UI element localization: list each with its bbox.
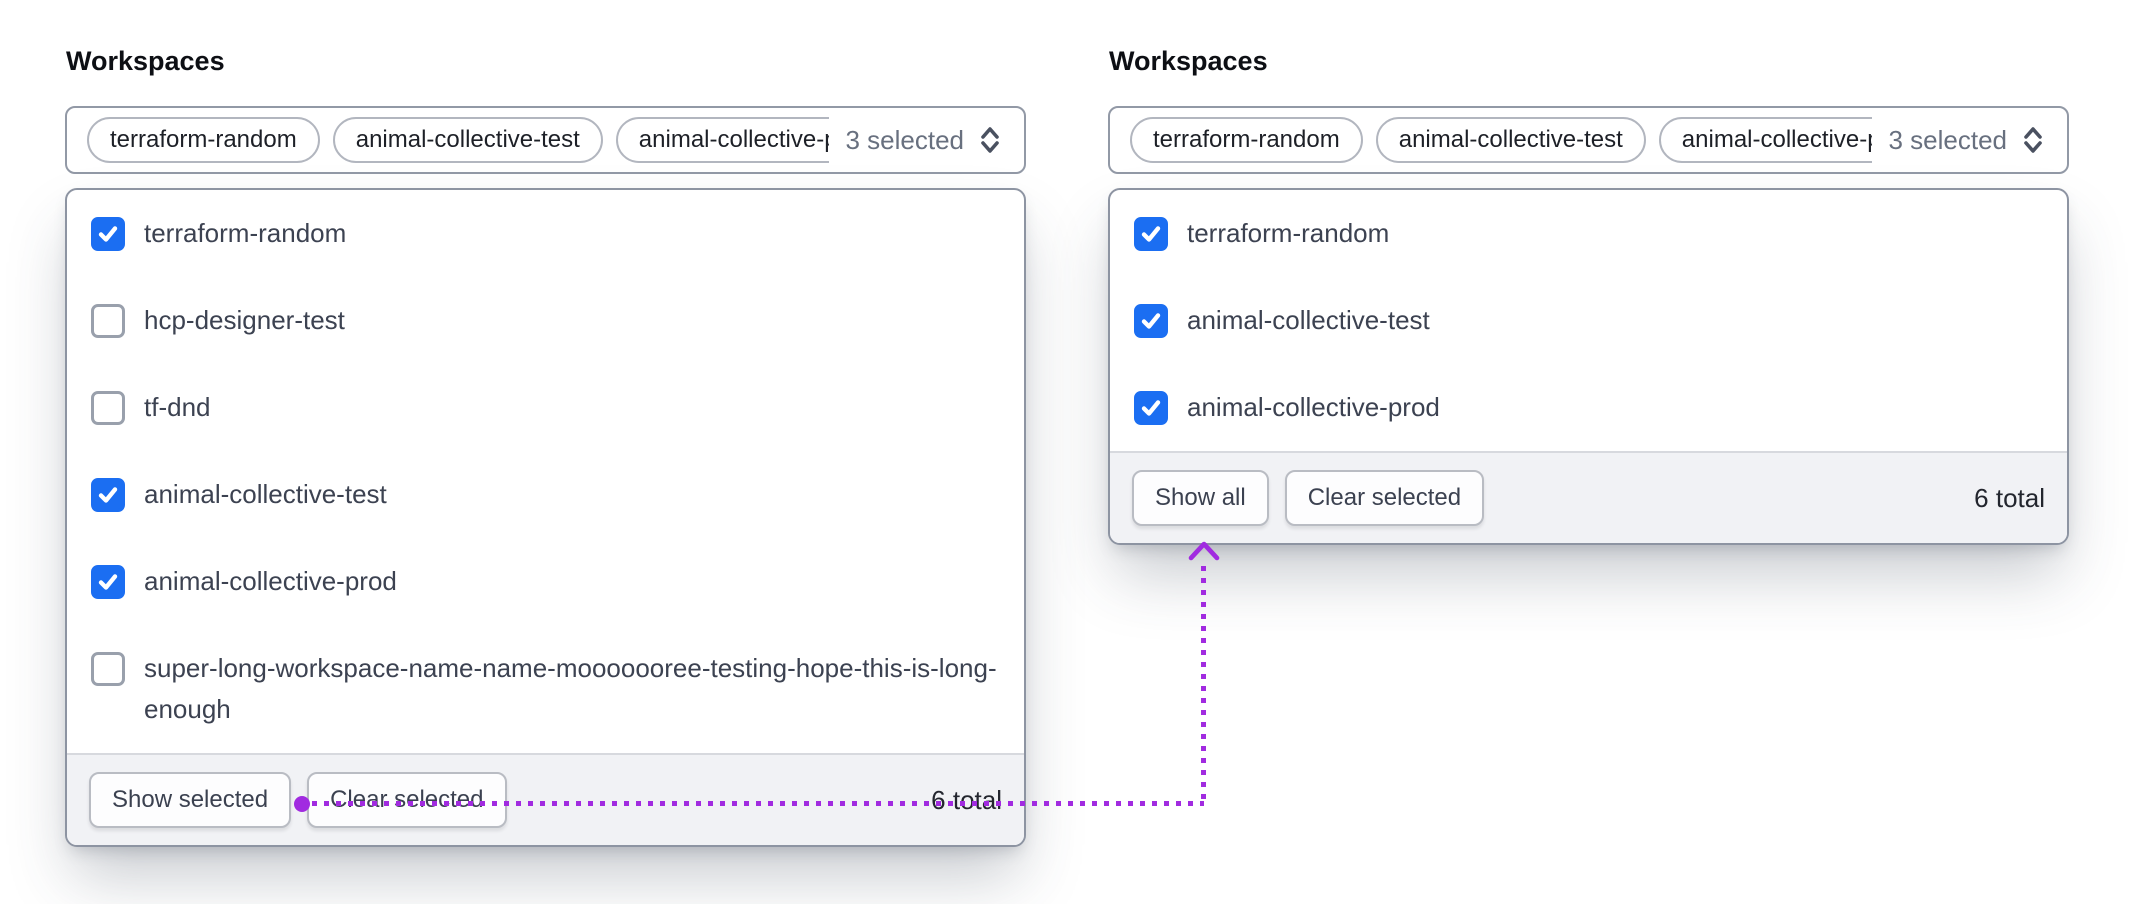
selected-tag: terraform-random	[87, 117, 320, 163]
option-row[interactable]: terraform-random	[1110, 190, 2067, 277]
checkbox[interactable]	[91, 652, 125, 686]
option-row[interactable]: animal-collective-test	[1110, 277, 2067, 364]
multiselect-listbox: terraform-random hcp-designer-test tf-dn…	[65, 188, 1026, 847]
option-row[interactable]: hcp-designer-test	[67, 277, 1024, 364]
option-row[interactable]: terraform-random	[67, 190, 1024, 277]
checkbox[interactable]	[1134, 391, 1168, 425]
option-label: animal-collective-test	[1187, 300, 1430, 341]
checkbox[interactable]	[1134, 217, 1168, 251]
option-row[interactable]: animal-collective-test	[67, 451, 1024, 538]
checkbox[interactable]	[91, 304, 125, 338]
selected-tag: terraform-random	[1130, 117, 1363, 163]
selected-count: 3 selected	[845, 125, 964, 156]
show-selected-button[interactable]: Show selected	[89, 772, 291, 828]
listbox-footer: Show selected Clear selected 6 total	[67, 753, 1024, 845]
total-count: 6 total	[1974, 483, 2045, 514]
total-count: 6 total	[931, 785, 1002, 816]
option-label: terraform-random	[144, 213, 346, 254]
option-row[interactable]: animal-collective-prod	[67, 538, 1024, 625]
option-row[interactable]: animal-collective-prod	[1110, 364, 2067, 451]
checkbox[interactable]	[91, 217, 125, 251]
option-label: tf-dnd	[144, 387, 211, 428]
checkbox[interactable]	[91, 391, 125, 425]
annotation-dotted-line-vertical	[1201, 566, 1206, 804]
clear-selected-button[interactable]: Clear selected	[1285, 470, 1484, 526]
workspaces-multiselect-left: Workspaces terraform-random animal-colle…	[65, 45, 1026, 847]
option-label: animal-collective-test	[144, 474, 387, 515]
selected-tag: animal-collective-test	[1376, 117, 1646, 163]
option-label: hcp-designer-test	[144, 300, 345, 341]
selected-tag: animal-collective-prod	[1659, 117, 1873, 163]
multiselect-trigger[interactable]: terraform-random animal-collective-test …	[1108, 106, 2069, 174]
option-label: animal-collective-prod	[144, 561, 397, 602]
caret-updown-icon	[2019, 123, 2047, 157]
option-label: super-long-workspace-name-name-moooooore…	[144, 648, 1000, 730]
selected-count: 3 selected	[1888, 125, 2007, 156]
clear-selected-button[interactable]: Clear selected	[307, 772, 506, 828]
option-label: terraform-random	[1187, 213, 1389, 254]
selected-tag: animal-collective-prod	[616, 117, 830, 163]
selected-tag: animal-collective-test	[333, 117, 603, 163]
caret-updown-icon	[976, 123, 1004, 157]
listbox-footer: Show all Clear selected 6 total	[1110, 451, 2067, 543]
selected-tags: terraform-random animal-collective-test …	[87, 117, 829, 163]
checkbox[interactable]	[91, 565, 125, 599]
checkbox[interactable]	[1134, 304, 1168, 338]
option-row[interactable]: super-long-workspace-name-name-moooooore…	[67, 625, 1024, 753]
option-label: animal-collective-prod	[1187, 387, 1440, 428]
field-label: Workspaces	[66, 45, 1026, 77]
multiselect-listbox: terraform-random animal-collective-test …	[1108, 188, 2069, 545]
option-row[interactable]: tf-dnd	[67, 364, 1024, 451]
field-label: Workspaces	[1109, 45, 2069, 77]
selected-tags: terraform-random animal-collective-test …	[1130, 117, 1872, 163]
workspaces-multiselect-right: Workspaces terraform-random animal-colle…	[1108, 45, 2069, 545]
multiselect-trigger[interactable]: terraform-random animal-collective-test …	[65, 106, 1026, 174]
show-all-button[interactable]: Show all	[1132, 470, 1269, 526]
checkbox[interactable]	[91, 478, 125, 512]
